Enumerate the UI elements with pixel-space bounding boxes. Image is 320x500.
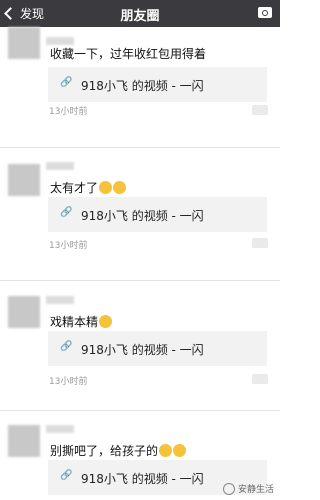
comment-action-icon[interactable] bbox=[252, 374, 268, 384]
nickname[interactable] bbox=[46, 296, 74, 304]
post-text-content: 太有才了 bbox=[50, 181, 99, 195]
laugh-emoji-icon bbox=[113, 181, 127, 194]
post-time: 13小时前 bbox=[49, 107, 88, 117]
post-text: 太有才了 bbox=[50, 179, 127, 196]
link-icon: 🔗 bbox=[60, 207, 73, 218]
wechat-logo-icon bbox=[222, 482, 235, 495]
post-time: 13小时前 bbox=[49, 241, 88, 251]
post-text-content: 别撕吧了，给孩子的 bbox=[50, 444, 159, 458]
comment-action-icon[interactable] bbox=[252, 105, 268, 115]
post-text: 戏精本精 bbox=[50, 313, 113, 330]
post-3: 戏精本精 🔗 918小飞 的视频 - 一闪 13小时前 bbox=[0, 281, 280, 411]
link-icon: 🔗 bbox=[60, 341, 73, 352]
comment-action-icon[interactable] bbox=[252, 238, 268, 248]
watermark: 安静生活 bbox=[222, 482, 274, 495]
laugh-emoji-icon bbox=[159, 444, 173, 457]
post-1: 收藏一下，过年收红包用得着 🔗 918小飞 的视频 - 一闪 13小时前 bbox=[0, 27, 280, 147]
post-text: 收藏一下，过年收红包用得着 bbox=[50, 47, 207, 61]
post-text: 别撕吧了，给孩子的 bbox=[50, 442, 187, 459]
avatar[interactable] bbox=[8, 164, 40, 196]
video-link-card[interactable]: 🔗 918小飞 的视频 - 一闪 bbox=[48, 331, 267, 366]
nickname[interactable] bbox=[46, 425, 74, 433]
video-link-card[interactable]: 🔗 918小飞 的视频 - 一闪 bbox=[48, 197, 267, 232]
nickname[interactable] bbox=[46, 162, 74, 170]
avatar[interactable] bbox=[8, 425, 40, 457]
laugh-emoji-icon bbox=[99, 181, 113, 194]
link-icon: 🔗 bbox=[60, 470, 73, 481]
link-icon: 🔗 bbox=[60, 77, 73, 88]
watermark-text: 安静生活 bbox=[237, 485, 274, 495]
video-link-text: 918小飞 的视频 - 一闪 bbox=[81, 343, 204, 357]
video-link-card[interactable]: 🔗 918小飞 的视频 - 一闪 bbox=[48, 67, 267, 102]
video-link-text: 918小飞 的视频 - 一闪 bbox=[81, 209, 204, 223]
laugh-emoji-icon bbox=[173, 444, 187, 457]
divider bbox=[0, 147, 280, 148]
grin-emoji-icon bbox=[99, 315, 113, 328]
post-time: 13小时前 bbox=[49, 377, 88, 387]
page-title: 朋友圈 bbox=[120, 9, 160, 24]
nav-bar: 发现 朋友圈 bbox=[0, 0, 280, 27]
post-2: 太有才了 🔗 918小飞 的视频 - 一闪 13小时前 bbox=[0, 150, 280, 260]
avatar[interactable] bbox=[8, 296, 40, 328]
divider bbox=[0, 410, 280, 411]
video-link-text: 918小飞 的视频 - 一闪 bbox=[81, 79, 204, 93]
video-link-text: 918小飞 的视频 - 一闪 bbox=[81, 472, 204, 486]
avatar[interactable] bbox=[8, 27, 40, 59]
camera-icon[interactable] bbox=[258, 7, 272, 18]
post-text-content: 戏精本精 bbox=[50, 315, 99, 329]
nickname[interactable] bbox=[46, 37, 74, 45]
